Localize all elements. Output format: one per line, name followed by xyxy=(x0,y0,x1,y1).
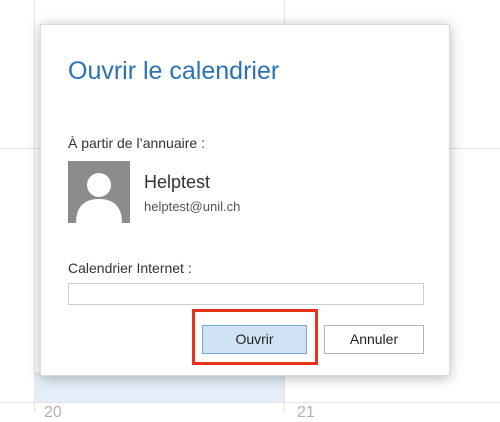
internet-calendar-input[interactable] xyxy=(68,283,424,305)
directory-label: À partir de l’annuaire : xyxy=(68,135,205,151)
grid-line xyxy=(34,0,35,413)
open-calendar-dialog: Ouvrir le calendrier À partir de l’annua… xyxy=(40,24,450,376)
cancel-button[interactable]: Annuler xyxy=(324,325,424,354)
default-user-silhouette-icon xyxy=(68,161,130,223)
dialog-title: Ouvrir le calendrier xyxy=(68,57,280,85)
internet-calendar-label: Calendrier Internet : xyxy=(68,260,192,276)
day-number[interactable]: 21 xyxy=(297,404,315,422)
open-button[interactable]: Ouvrir xyxy=(202,325,307,354)
contact-email: helptest@unil.ch xyxy=(144,199,241,214)
selected-day-cell[interactable] xyxy=(34,372,284,402)
day-number[interactable]: 20 xyxy=(44,404,62,422)
grid-line xyxy=(0,402,500,403)
contact-name[interactable]: Helptest xyxy=(144,172,210,193)
